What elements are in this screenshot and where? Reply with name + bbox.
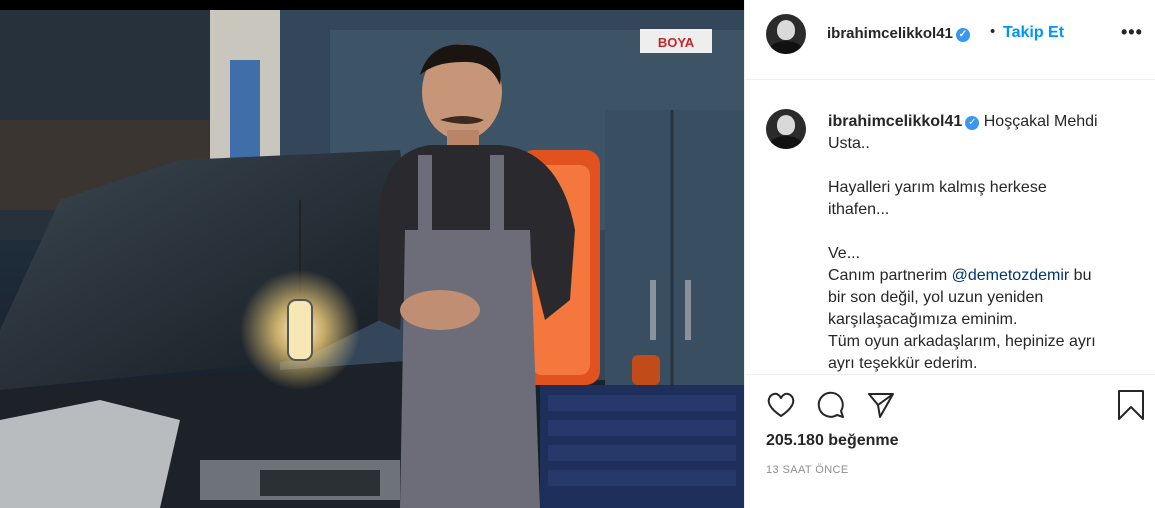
- caption-username[interactable]: ibrahimcelikkol41: [828, 113, 962, 130]
- header-username[interactable]: ibrahimcelikkol41 ✓: [827, 25, 970, 42]
- action-bar: 205.180 beğenme 13 SAAT ÖNCE: [745, 374, 1155, 508]
- caption-line: Tüm oyun arkadaşlarım, hepinize ayrı: [828, 333, 1096, 350]
- verified-icon: ✓: [965, 116, 980, 130]
- heart-icon[interactable]: [765, 389, 797, 421]
- caption-line: bir son değil, yol uzun yeniden: [828, 289, 1044, 306]
- caption-line: Hayalleri yarım kalmış herkese: [828, 179, 1047, 196]
- share-icon[interactable]: [865, 389, 897, 421]
- header-username-text[interactable]: ibrahimcelikkol41: [827, 25, 953, 42]
- follow-button[interactable]: Takip Et: [1003, 24, 1064, 42]
- bookmark-icon[interactable]: [1115, 389, 1147, 421]
- caption-avatar[interactable]: [766, 109, 806, 149]
- separator-dot: •: [990, 23, 996, 40]
- likes-count[interactable]: 205.180 beğenme: [766, 432, 899, 450]
- verified-icon: ✓: [955, 28, 970, 42]
- boya-sign-text: BOYA: [658, 35, 695, 50]
- caption-text: ibrahimcelikkol41 ✓ Hoşçakal Mehdi Usta..…: [828, 111, 1128, 374]
- photo-illustration: BOYA: [0, 0, 744, 508]
- caption-line: ithafen...: [828, 201, 890, 218]
- photo-top-border: [0, 0, 744, 10]
- post-header: ibrahimcelikkol41 ✓ • Takip Et •••: [745, 0, 1155, 80]
- caption-line: karşılaşacağımıza eminim.: [828, 311, 1018, 328]
- avatar-body: [769, 136, 803, 149]
- caption-line-mention: Canım partnerim @demetozdemir bu: [828, 265, 1128, 287]
- post-sidebar: ibrahimcelikkol41 ✓ • Takip Et ••• ibrahi…: [744, 0, 1155, 508]
- avatar-face: [777, 115, 795, 135]
- caption-text-span: bu: [1069, 267, 1092, 284]
- caption-line: ayrı teşekkür ederim.: [828, 355, 978, 372]
- avatar[interactable]: [766, 14, 806, 54]
- mention-link[interactable]: @demetozdemir: [952, 267, 1070, 284]
- comment-icon[interactable]: [815, 389, 847, 421]
- avatar-face: [777, 20, 795, 40]
- caption-text-span: Canım partnerim: [828, 267, 952, 284]
- caption-area[interactable]: ibrahimcelikkol41 ✓ Hoşçakal Mehdi Usta..…: [745, 80, 1155, 374]
- avatar-body: [769, 41, 803, 54]
- more-icon[interactable]: •••: [1121, 22, 1143, 43]
- post-photo[interactable]: BOYA: [0, 0, 744, 508]
- caption-line: Ve...: [828, 245, 861, 262]
- post-timestamp[interactable]: 13 SAAT ÖNCE: [766, 464, 849, 476]
